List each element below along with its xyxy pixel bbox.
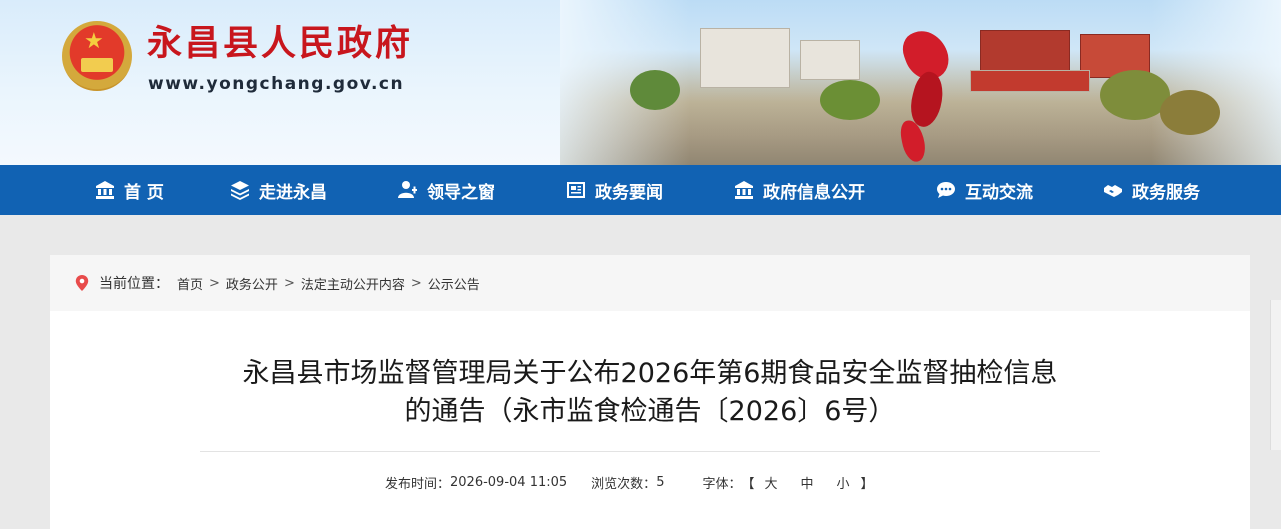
title-divider xyxy=(200,451,1100,452)
breadcrumb-link-home[interactable]: 首页 xyxy=(177,274,203,293)
breadcrumb-prefix: 当前位置： xyxy=(99,276,169,292)
font-size-large-button[interactable]: 大 xyxy=(765,473,778,492)
nav-item-home[interactable]: 首 页 xyxy=(95,165,164,215)
article-title-line2: 的通告（永市监食检通告〔2026〕6号） xyxy=(404,396,896,427)
site-header: ★ 永昌县人民政府 www.yongchang.gov.cn xyxy=(0,0,1281,165)
nav-item-services[interactable]: 政务服务 xyxy=(1103,165,1200,215)
nav-item-label: 政府信息公开 xyxy=(763,182,865,203)
breadcrumb: 当前位置： 首页 > 政务公开 > 法定主动公开内容 > 公示公告 xyxy=(75,273,480,293)
breadcrumb-link-gov-affairs[interactable]: 政务公开 xyxy=(226,274,278,293)
font-size-bracket-open: 【 xyxy=(741,476,755,492)
site-title: 永昌县人民政府 xyxy=(147,23,414,64)
nav-item-gov-info[interactable]: 政府信息公开 xyxy=(734,165,865,215)
view-count: 5 xyxy=(656,474,665,490)
article-title: 永昌县市场监督管理局关于公布2026年第6期食品安全监督抽检信息 的通告（永市监… xyxy=(190,355,1110,431)
layers-icon xyxy=(231,181,249,200)
nav-item-news[interactable]: 政务要闻 xyxy=(566,165,663,215)
nav-item-label: 政务服务 xyxy=(1132,182,1200,203)
national-emblem-icon: ★ xyxy=(62,21,132,91)
handshake-icon xyxy=(1104,185,1122,197)
bank-icon xyxy=(96,181,114,199)
article-meta: 发布时间： 2026-09-04 11:05 浏览次数： 5 字体： 【 大 中… xyxy=(385,473,874,492)
article-title-line1: 永昌县市场监督管理局关于公布2026年第6期食品安全监督抽检信息 xyxy=(242,358,1058,389)
nav-item-label: 领导之窗 xyxy=(427,182,495,203)
main-nav: 首 页 走进永昌 领导之窗 政务要闻 政府信息公开 互动交流 政务服务 xyxy=(0,165,1281,215)
font-size-label: 字体： xyxy=(702,476,742,492)
site-url: www.yongchang.gov.cn xyxy=(148,74,405,94)
newspaper-icon xyxy=(567,182,585,198)
nav-item-label: 首 页 xyxy=(124,182,164,203)
breadcrumb-separator: > xyxy=(283,275,295,291)
views-label: 浏览次数： xyxy=(591,476,657,492)
publish-time-label: 发布时间： xyxy=(385,476,451,492)
breadcrumb-link-notices[interactable]: 公示公告 xyxy=(428,274,480,293)
users-icon xyxy=(398,181,417,198)
nav-item-interaction[interactable]: 互动交流 xyxy=(936,165,1033,215)
breadcrumb-separator: > xyxy=(410,275,422,291)
nav-item-label: 政务要闻 xyxy=(595,182,663,203)
font-size-bracket-close: 】 xyxy=(860,476,874,492)
location-pin-icon xyxy=(75,275,89,291)
font-size-small-button[interactable]: 小 xyxy=(837,473,850,492)
chat-icon xyxy=(937,182,955,198)
bank-icon xyxy=(735,181,753,199)
font-size-medium-button[interactable]: 中 xyxy=(801,473,814,492)
nav-item-label: 互动交流 xyxy=(965,182,1033,203)
nav-item-label: 走进永昌 xyxy=(259,182,327,203)
banner-image xyxy=(560,0,1281,165)
nav-item-leaders[interactable]: 领导之窗 xyxy=(398,165,495,215)
nav-item-about[interactable]: 走进永昌 xyxy=(230,165,327,215)
side-panel-edge xyxy=(1270,300,1281,450)
breadcrumb-separator: > xyxy=(209,275,220,291)
breadcrumb-link-statutory[interactable]: 法定主动公开内容 xyxy=(301,274,405,293)
publish-time: 2026-09-04 11:05 xyxy=(450,474,568,490)
